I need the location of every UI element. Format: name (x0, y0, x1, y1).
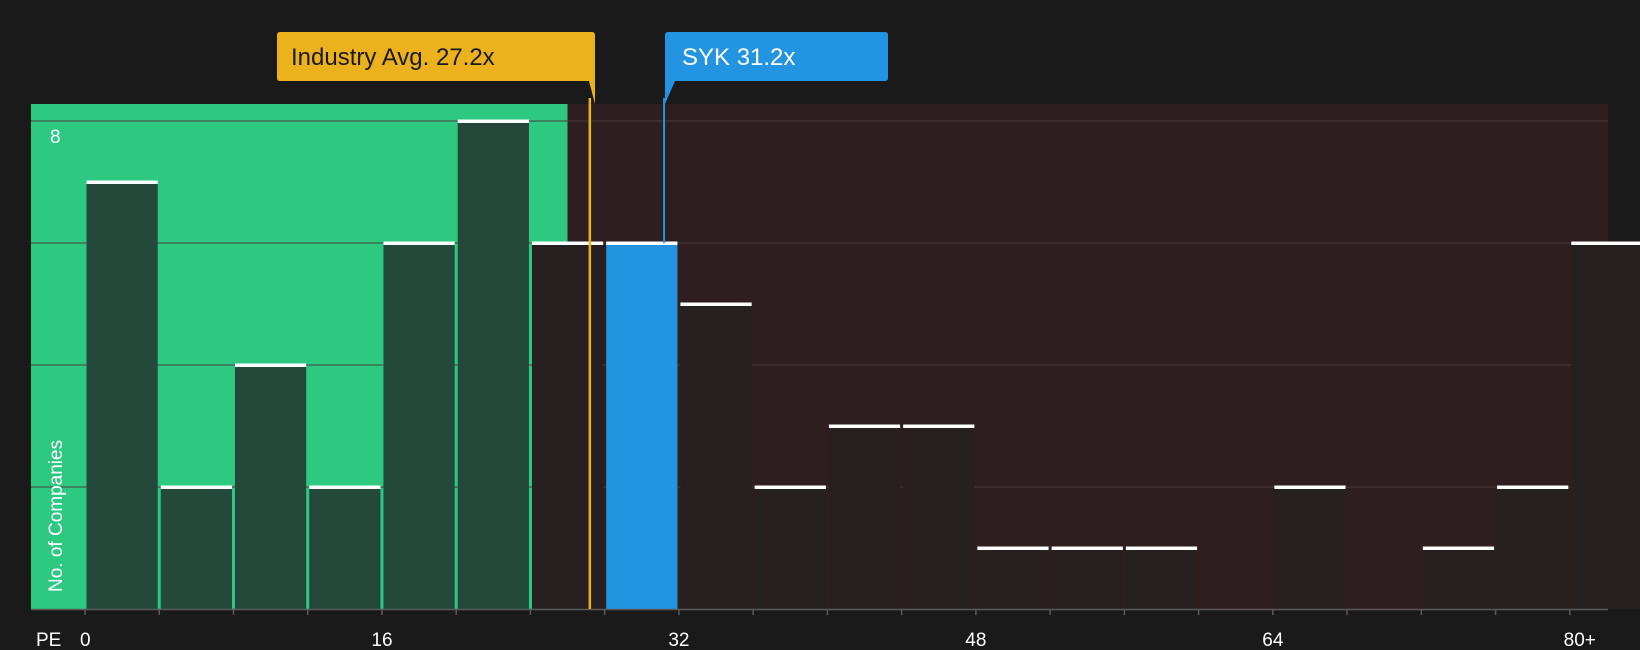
company-pe-label: SYK 31.2x (682, 44, 795, 71)
bar (309, 487, 381, 609)
bar-top-marker (903, 424, 975, 428)
bar-top-marker (234, 363, 307, 367)
x-axis-title: PE (36, 630, 61, 650)
bar (903, 426, 975, 609)
bar (457, 121, 529, 609)
bar-top-marker (754, 485, 826, 489)
bar (86, 182, 158, 609)
bar (1571, 243, 1640, 609)
x-tick-label: 80+ (1564, 630, 1596, 650)
x-tick-label: 16 (371, 630, 392, 650)
bar (1274, 487, 1346, 609)
x-tick-label: 48 (965, 630, 986, 650)
bar (1497, 487, 1569, 609)
bar-top-marker (86, 180, 158, 184)
y-axis-title: No. of Companies (46, 440, 67, 592)
pe-distribution-chart: 0 16 32 48 64 80+ 8 PE No. of Companies Indus… (31, 32, 1640, 650)
bar (606, 243, 678, 609)
bar-top-marker (160, 485, 232, 489)
bar-top-marker (977, 546, 1049, 550)
bar (1422, 548, 1495, 609)
industry-average-label: Industry Avg. 27.2x (291, 44, 495, 71)
bar-top-marker (680, 302, 752, 306)
bar (754, 487, 826, 609)
bar-top-marker (383, 241, 455, 245)
x-axis-ticks: 0 16 32 48 64 80+ (80, 609, 1596, 650)
bar (160, 487, 232, 609)
bar-top-marker (1571, 241, 1640, 245)
bar-top-marker (1274, 485, 1346, 489)
bar (383, 243, 455, 609)
bar (1051, 548, 1123, 609)
bar (828, 426, 901, 609)
bar-top-marker (1497, 485, 1569, 489)
bar (531, 243, 604, 609)
bar (977, 548, 1049, 609)
bar-top-marker (606, 241, 678, 245)
x-tick-label: 0 (80, 630, 91, 650)
bar-top-marker (1422, 546, 1495, 550)
x-tick-label: 32 (668, 630, 689, 650)
bar (1125, 548, 1198, 609)
bar-top-marker (828, 424, 901, 428)
bar-top-marker (309, 485, 381, 489)
bar-top-marker (457, 119, 529, 123)
x-tick-label: 64 (1262, 630, 1284, 650)
y-tick-label-8: 8 (50, 127, 61, 148)
bar-top-marker (531, 241, 604, 245)
bar (680, 304, 752, 609)
bar (234, 365, 307, 609)
bar-top-marker (1051, 546, 1123, 550)
bar-top-marker (1125, 546, 1198, 550)
